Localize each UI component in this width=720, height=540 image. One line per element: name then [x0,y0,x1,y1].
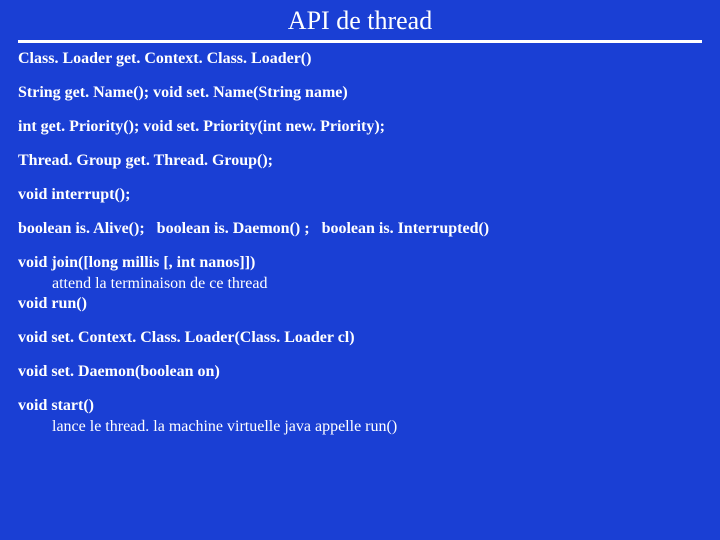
api-line: int get. Priority(); void set. Priority(… [18,117,702,137]
api-line: String get. Name(); void set. Name(Strin… [18,83,702,103]
api-line: void set. Context. Class. Loader(Class. … [18,328,702,348]
title-underline [18,40,702,43]
api-signature: Thread. Group get. Thread. Group(); [18,152,273,169]
api-note: lance le thread. la machine virtuelle ja… [52,417,702,437]
api-note: attend la terminaison de ce thread [52,274,702,294]
api-signature: void run() [18,295,87,312]
api-signature: boolean is. Interrupted() [322,220,490,237]
api-signature: void interrupt(); [18,186,130,203]
api-signature: void start() [18,397,94,414]
api-signature: Class. Loader get. Context. Class. Loade… [18,50,311,67]
api-line: void set. Daemon(boolean on) [18,362,702,382]
api-signature: int get. Priority(); void set. Priority(… [18,118,385,135]
slide-container: API de thread Class. Loader get. Context… [0,0,720,447]
api-signature: void set. Context. Class. Loader(Class. … [18,329,355,346]
api-signature: boolean is. Daemon() ; [157,220,310,237]
api-signature: void set. Daemon(boolean on) [18,363,220,380]
api-signature: String get. Name(); void set. Name(Strin… [18,84,348,101]
api-line: void run() [18,294,702,314]
api-signature: void join([long millis [, int nanos]]) [18,254,255,271]
api-line: Class. Loader get. Context. Class. Loade… [18,49,702,69]
api-signature: boolean is. Alive(); [18,220,145,237]
api-line: Thread. Group get. Thread. Group(); [18,151,702,171]
api-line: boolean is. Alive(); boolean is. Daemon(… [18,219,702,239]
api-line: void join([long millis [, int nanos]]) a… [18,253,702,294]
slide-title: API de thread [18,6,702,36]
api-line: void interrupt(); [18,185,702,205]
api-line: void start() lance le thread. la machine… [18,396,702,437]
